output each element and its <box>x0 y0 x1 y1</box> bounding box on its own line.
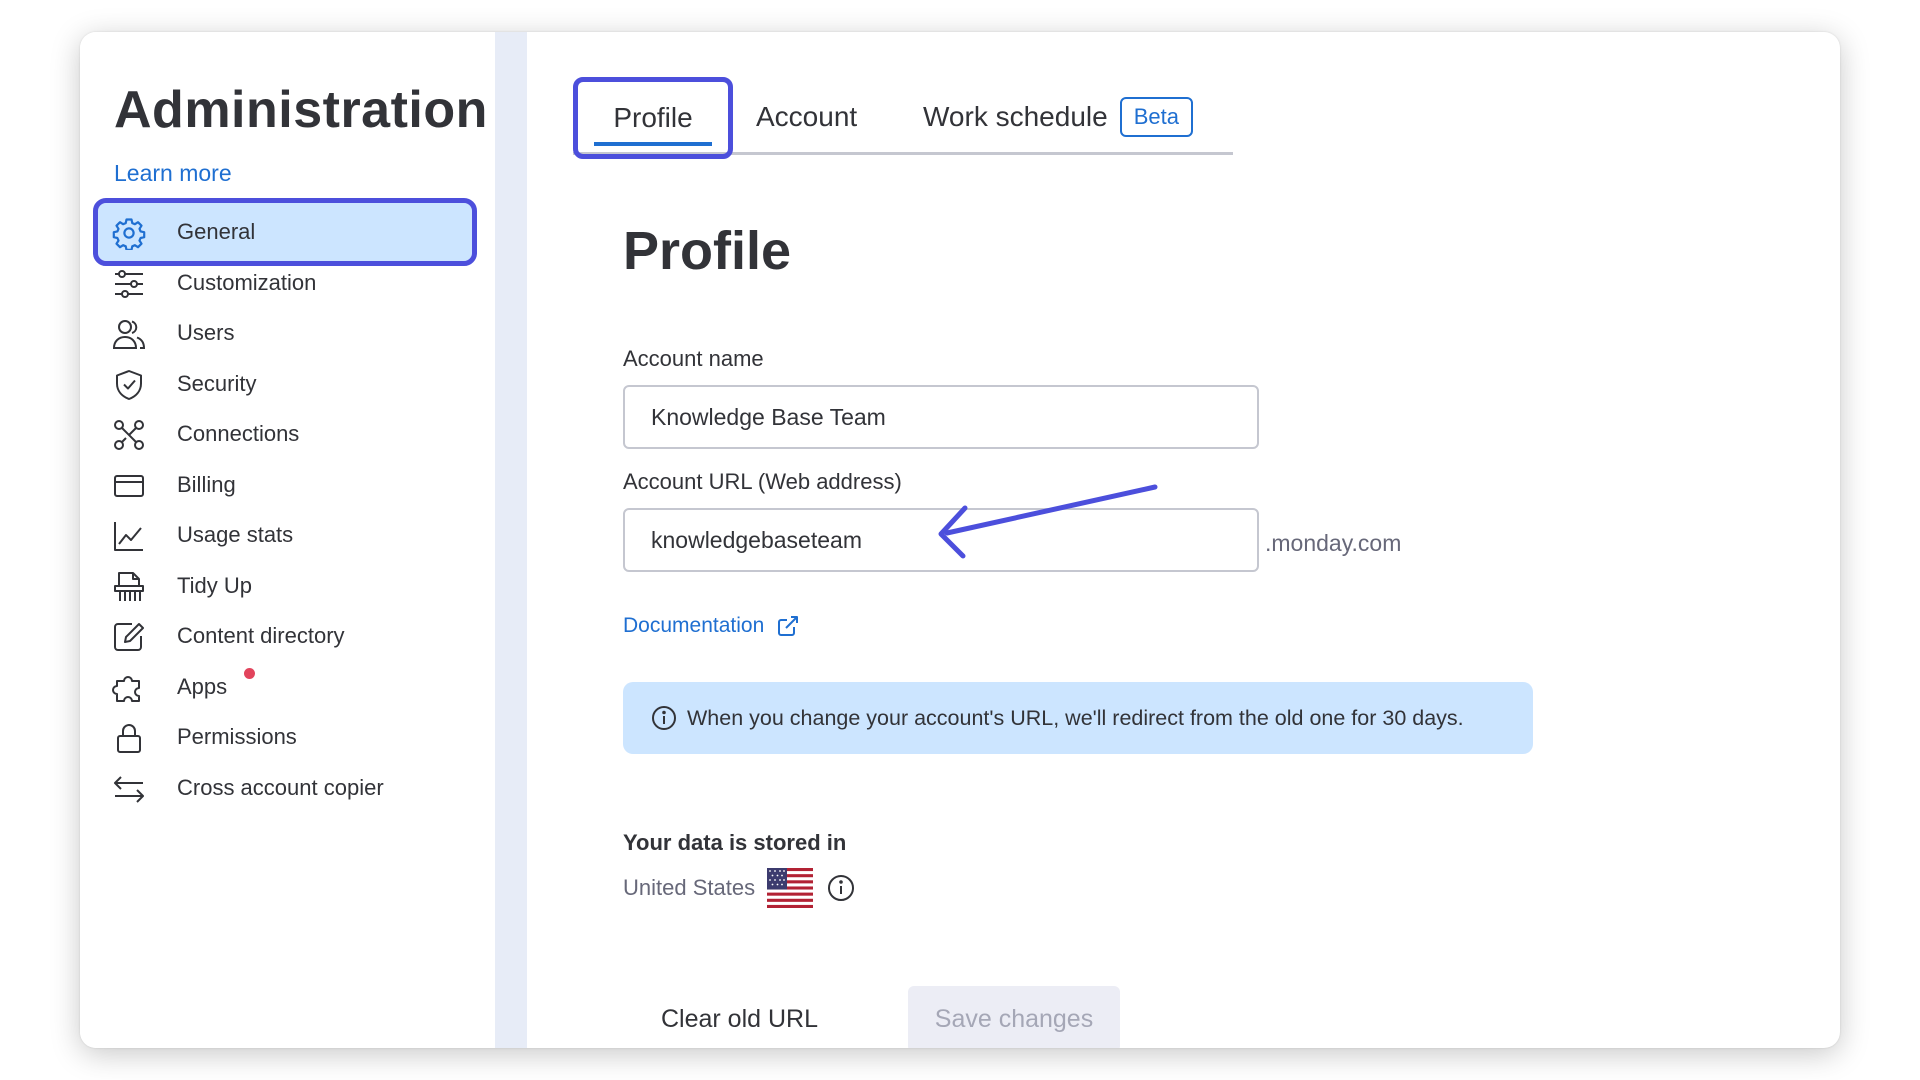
sidebar-item-content-directory[interactable]: Content directory <box>98 607 472 665</box>
sidebar-item-cross-account-copier[interactable]: Cross account copier <box>98 759 472 817</box>
beta-badge: Beta <box>1119 97 1193 137</box>
sidebar-item-usage-stats[interactable]: Usage stats <box>98 506 472 564</box>
sidebar-item-tidy-up[interactable]: Tidy Up <box>98 557 472 615</box>
shredder-icon <box>112 570 146 604</box>
account-name-input[interactable] <box>623 385 1259 449</box>
sidebar-item-label: Customization <box>177 269 317 295</box>
sidebar-item-label: Tidy Up <box>177 572 252 598</box>
storage-info-icon[interactable] <box>827 874 855 902</box>
tab-work-schedule-label: Work schedule <box>923 101 1108 132</box>
save-changes-button[interactable]: Save changes <box>908 986 1120 1048</box>
shield-icon <box>112 368 146 402</box>
account-url-label: Account URL (Web address) <box>623 469 902 494</box>
sidebar-item-label: Permissions <box>177 724 297 749</box>
sidebar-item-label: General <box>177 219 256 244</box>
chart-icon <box>112 519 146 553</box>
external-link-icon <box>778 616 799 636</box>
documentation-link-label: Documentation <box>623 614 765 637</box>
lock-icon <box>112 721 146 755</box>
documentation-link[interactable]: Documentation <box>623 614 800 638</box>
sidebar-item-label: Users <box>177 320 235 345</box>
admin-window: Administration Learn more General Custom… <box>80 32 1840 1048</box>
data-storage-country: United States <box>623 875 756 900</box>
account-url-input[interactable] <box>623 508 1259 572</box>
data-storage-heading: Your data is stored in <box>623 830 847 855</box>
sidebar-item-label: Billing <box>177 471 236 497</box>
sidebar-item-apps[interactable]: Apps <box>98 658 472 716</box>
us-flag-icon <box>767 868 814 908</box>
sliders-icon <box>112 267 146 301</box>
sidebar-item-label: Apps <box>177 673 228 699</box>
tab-work-schedule[interactable]: Work schedule Beta <box>923 82 1193 152</box>
page-title: Profile <box>623 221 792 281</box>
info-banner-text: When you change your account's URL, we'l… <box>687 705 1464 730</box>
gear-icon <box>112 216 146 250</box>
tab-profile[interactable]: Profile <box>573 77 733 159</box>
account-name-label: Account name <box>623 346 764 371</box>
sidebar-item-label: Content directory <box>177 623 345 648</box>
info-icon <box>652 706 676 730</box>
sidebar-item-connections[interactable]: Connections <box>98 405 472 463</box>
tab-bar: Profile Account Work schedule Beta <box>573 77 1233 159</box>
sidebar: Administration Learn more General Custom… <box>80 32 495 1048</box>
sidebar-item-label: Security <box>177 370 257 396</box>
notification-dot <box>244 667 255 679</box>
sidebar-item-label: Usage stats <box>177 522 294 547</box>
puzzle-icon <box>112 671 146 705</box>
connections-icon <box>112 418 146 452</box>
sidebar-divider <box>495 32 527 1048</box>
users-icon <box>112 317 146 351</box>
sidebar-item-security[interactable]: Security <box>98 355 472 413</box>
clear-old-url-button[interactable]: Clear old URL <box>635 986 844 1048</box>
url-domain-suffix: .monday.com <box>1265 530 1402 556</box>
tab-account[interactable]: Account <box>756 82 857 152</box>
learn-more-link[interactable]: Learn more <box>114 160 232 187</box>
sidebar-item-customization[interactable]: Customization <box>98 254 472 312</box>
credit-card-icon <box>112 469 146 503</box>
sidebar-item-users[interactable]: Users <box>98 304 472 362</box>
sidebar-item-label: Cross account copier <box>177 774 384 800</box>
edit-document-icon <box>112 620 146 654</box>
arrows-swap-icon <box>112 772 146 806</box>
sidebar-item-general[interactable]: General <box>93 198 477 266</box>
url-info-banner: When you change your account's URL, we'l… <box>623 682 1533 754</box>
sidebar-item-billing[interactable]: Billing <box>98 456 472 514</box>
data-storage-row: United States <box>623 868 855 908</box>
sidebar-title: Administration <box>114 81 488 139</box>
sidebar-item-permissions[interactable]: Permissions <box>98 708 472 766</box>
main-content: Profile Account Work schedule Beta Profi… <box>527 32 1840 1048</box>
sidebar-item-label: Connections <box>177 421 300 446</box>
sidebar-nav: General Customization Users Security Con… <box>93 198 477 809</box>
